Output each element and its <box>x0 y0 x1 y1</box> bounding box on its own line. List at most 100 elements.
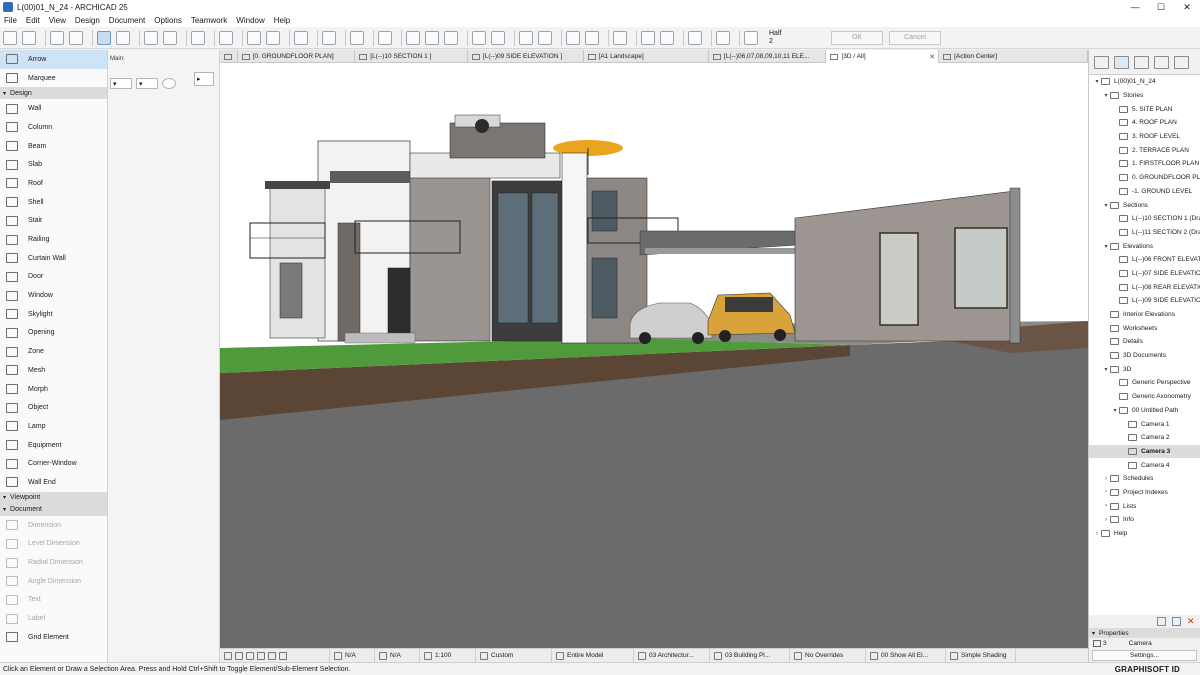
navigator-item-camera-2[interactable]: Camera 2 <box>1089 431 1200 445</box>
expand-toggle-icon[interactable]: ▾ <box>1102 243 1110 250</box>
tool-text[interactable]: Text <box>0 591 107 610</box>
navigator-item-1-firstfloor-plan[interactable]: 1. FIRSTFLOOR PLAN <box>1089 157 1200 171</box>
navigator-item-sections[interactable]: ▾ Sections <box>1089 198 1200 212</box>
graphisoft-id-button[interactable]: GRAPHISOFT ID <box>1115 665 1180 674</box>
tool-level-dimension[interactable]: Level Dimension <box>0 535 107 554</box>
inject-icon[interactable] <box>69 30 83 45</box>
pick-icon[interactable] <box>50 30 64 45</box>
toolbox-group-viewpoint[interactable]: ▾ Viewpoint <box>0 491 107 504</box>
navigator-item-generic-perspective[interactable]: Generic Perspective <box>1089 376 1200 390</box>
pin-icon[interactable] <box>1094 55 1109 69</box>
navigator-item-5-site-plan[interactable]: 5. SITE PLAN <box>1089 102 1200 116</box>
redo-icon[interactable] <box>22 30 36 45</box>
quick-option-03-building-pl[interactable]: 03 Building Pl... <box>710 648 790 663</box>
tool-skylight[interactable]: Skylight <box>0 305 107 324</box>
navigator-item-details[interactable]: Details <box>1089 335 1200 349</box>
tab-l-10-section-1[interactable]: [L(--)10 SECTION 1 ] <box>355 50 468 63</box>
selection-method-dropdown[interactable]: ▾ <box>110 78 132 89</box>
tool-window[interactable]: Window <box>0 286 107 305</box>
zoom-in-icon[interactable] <box>235 651 243 660</box>
tab-l-06-07-08-09-10-11-ele[interactable]: [L(--)06,07,08,09,10,11 ELE... <box>709 50 827 63</box>
navigator-item-worksheets[interactable]: Worksheets <box>1089 321 1200 335</box>
navigator-item-00-untitled-path[interactable]: ▾ 00 Untitled Path <box>1089 404 1200 418</box>
grid-icon[interactable] <box>163 30 177 45</box>
tab-3d-all[interactable]: [3D / All] ✕ <box>826 50 940 63</box>
pet-icon[interactable] <box>491 30 505 45</box>
tool-dimension[interactable]: Dimension <box>0 516 107 535</box>
menu-teamwork[interactable]: Teamwork <box>191 16 227 25</box>
undo-zoom-icon[interactable] <box>224 651 232 660</box>
ok-button[interactable]: OK <box>831 30 883 45</box>
navigator-item-0-groundfloor-plan[interactable]: 0. GROUNDFLOOR PLAN <box>1089 171 1200 185</box>
navigator-item-interior-elevations[interactable]: Interior Elevations <box>1089 308 1200 322</box>
tool-beam[interactable]: Beam <box>0 137 107 156</box>
pointer-icon[interactable] <box>97 30 111 45</box>
menu-window[interactable]: Window <box>236 16 264 25</box>
undo-icon[interactable] <box>3 30 17 45</box>
snap-icon[interactable] <box>116 30 130 45</box>
orbit-icon[interactable] <box>406 30 420 45</box>
toolbox-group-document[interactable]: ▾ Document <box>0 503 107 516</box>
tool-radial-dimension[interactable]: Radial Dimension <box>0 553 107 572</box>
menu-file[interactable]: File <box>4 16 17 25</box>
navigator-item-generic-axonometry[interactable]: Generic Axonometry <box>1089 390 1200 404</box>
tab-l-09-side-elevation[interactable]: [L(--)09 SIDE ELEVATION ] <box>468 50 584 63</box>
navigator-item-schedules[interactable]: › Schedules <box>1089 472 1200 486</box>
navigator-item-4-roof-plan[interactable]: 4. ROOF PLAN <box>1089 116 1200 130</box>
delete-icon[interactable]: ✕ <box>1187 617 1196 626</box>
expand-toggle-icon[interactable]: ▾ <box>1111 407 1119 414</box>
tool-morph[interactable]: Morph <box>0 380 107 399</box>
menu-design[interactable]: Design <box>75 16 100 25</box>
redo-alt-icon[interactable] <box>660 30 674 45</box>
navigator-item-l-10-section-1-draw[interactable]: L(--)10 SECTION 1 (Draw <box>1089 212 1200 226</box>
navigator-item-l-07-side-elevation[interactable]: L(--)07 SIDE ELEVATION <box>1089 267 1200 281</box>
tool-wall[interactable]: Wall <box>0 99 107 118</box>
tool-grid-element[interactable]: Grid Element <box>0 628 107 647</box>
navigator-item-lists[interactable]: › Lists <box>1089 499 1200 513</box>
navigator-item-l-11-section-2-draw[interactable]: L(--)11 SECTION 2 (Draw <box>1089 226 1200 240</box>
quick-option-entire-model[interactable]: Entire Model <box>552 648 634 663</box>
cancel-button[interactable]: Cancel <box>889 30 941 45</box>
clone-icon[interactable] <box>1172 617 1181 626</box>
3d-icon[interactable] <box>378 30 392 45</box>
tool-stair[interactable]: Stair <box>0 212 107 231</box>
tool-marquee[interactable]: Marquee <box>0 69 107 88</box>
expand-toggle-icon[interactable]: › <box>1102 517 1110 523</box>
navigator-item-l-06-front-elevation[interactable]: L(--)06 FRONT ELEVATION <box>1089 253 1200 267</box>
menu-document[interactable]: Document <box>109 16 145 25</box>
navigator-item-3d[interactable]: ▾ 3D <box>1089 362 1200 376</box>
minimize-button[interactable]: — <box>1122 2 1148 13</box>
fill-icon[interactable] <box>322 30 336 45</box>
layer-indicator[interactable]: Half 2 <box>769 30 825 46</box>
close-button[interactable]: ✕ <box>1174 2 1200 13</box>
tool-opening[interactable]: Opening <box>0 324 107 343</box>
tool-arrow[interactable]: Arrow <box>0 50 107 69</box>
guide-icon[interactable] <box>144 30 158 45</box>
surface-icon[interactable] <box>350 30 364 45</box>
trim-icon[interactable] <box>566 30 580 45</box>
quick-option-custom[interactable]: Custom <box>476 648 552 663</box>
toolbox-group-design[interactable]: ▾ Design <box>0 87 107 100</box>
expand-toggle-icon[interactable]: › <box>1102 489 1110 495</box>
navigator-item-camera-3[interactable]: Camera 3 <box>1089 444 1200 459</box>
navigator-item-2-terrace-plan[interactable]: 2. TERRACE PLAN <box>1089 143 1200 157</box>
magic-wand-icon[interactable] <box>294 30 308 45</box>
quick-option-00-show-all-el[interactable]: 00 Show All El... <box>866 648 946 663</box>
pointer-icon[interactable]: ▸ <box>194 72 214 86</box>
navigator-item-camera-4[interactable]: Camera 4 <box>1089 458 1200 472</box>
quick-option-no-overrides[interactable]: No Overrides <box>790 648 866 663</box>
rotation-icon[interactable] <box>162 78 176 89</box>
fit-window-icon[interactable] <box>257 651 265 660</box>
navigator-item-l-00-01-n-24[interactable]: ▾ L(00)01_N_24 <box>1089 75 1200 89</box>
navigator-item-1-ground-level[interactable]: -1. GROUND LEVEL <box>1089 185 1200 199</box>
select-frame-icon[interactable] <box>688 30 702 45</box>
tool-label[interactable]: Label <box>0 609 107 628</box>
zoom-icon[interactable] <box>444 30 458 45</box>
navigator-item-l-08-rear-elevation[interactable]: L(--)08 REAR ELEVATION <box>1089 280 1200 294</box>
split-icon[interactable] <box>519 30 533 45</box>
project-map-icon[interactable] <box>1114 55 1129 69</box>
trace-icon[interactable] <box>191 30 205 45</box>
navigator-item-3d-documents[interactable]: 3D Documents <box>1089 349 1200 363</box>
pen-icon[interactable] <box>744 30 758 45</box>
tool-wall-end[interactable]: Wall End <box>0 473 107 492</box>
